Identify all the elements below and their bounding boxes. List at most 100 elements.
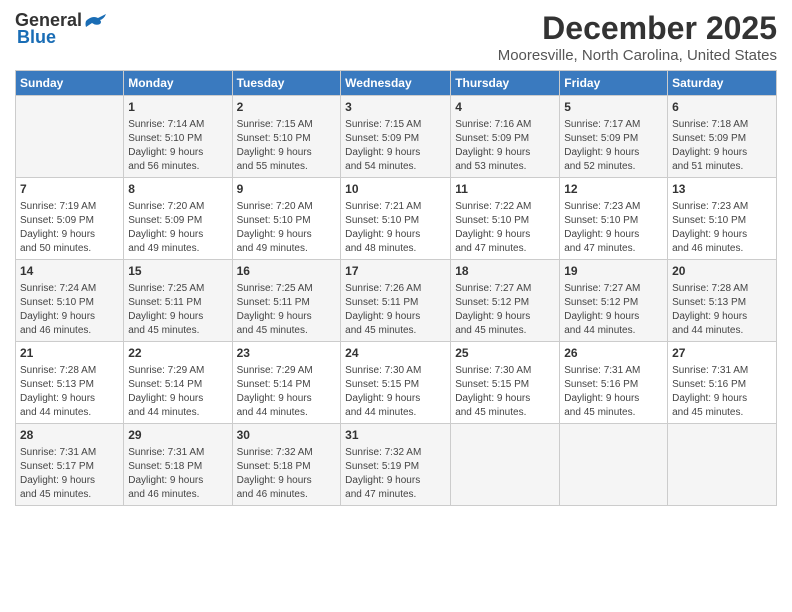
day-number: 22 <box>128 345 227 362</box>
calendar-cell <box>560 424 668 506</box>
day-info: Sunrise: 7:29 AM Sunset: 5:14 PM Dayligh… <box>128 364 227 420</box>
day-info: Sunrise: 7:31 AM Sunset: 5:17 PM Dayligh… <box>20 446 119 502</box>
day-number: 11 <box>455 181 555 198</box>
day-number: 8 <box>128 181 227 198</box>
day-info: Sunrise: 7:21 AM Sunset: 5:10 PM Dayligh… <box>345 200 446 256</box>
day-info: Sunrise: 7:24 AM Sunset: 5:10 PM Dayligh… <box>20 282 119 338</box>
day-info: Sunrise: 7:26 AM Sunset: 5:11 PM Dayligh… <box>345 282 446 338</box>
logo: General Blue <box>15 10 106 48</box>
day-number: 12 <box>564 181 663 198</box>
day-info: Sunrise: 7:29 AM Sunset: 5:14 PM Dayligh… <box>237 364 337 420</box>
calendar-cell <box>668 424 777 506</box>
day-info: Sunrise: 7:14 AM Sunset: 5:10 PM Dayligh… <box>128 118 227 174</box>
calendar-cell: 29 Sunrise: 7:31 AM Sunset: 5:18 PM Dayli… <box>124 424 232 506</box>
calendar-cell: 15 Sunrise: 7:25 AM Sunset: 5:11 PM Dayli… <box>124 260 232 342</box>
day-info: Sunrise: 7:27 AM Sunset: 5:12 PM Dayligh… <box>455 282 555 338</box>
col-header-tuesday: Tuesday <box>232 71 341 96</box>
day-info: Sunrise: 7:15 AM Sunset: 5:10 PM Dayligh… <box>237 118 337 174</box>
day-info: Sunrise: 7:31 AM Sunset: 5:16 PM Dayligh… <box>672 364 772 420</box>
day-info: Sunrise: 7:18 AM Sunset: 5:09 PM Dayligh… <box>672 118 772 174</box>
calendar-cell <box>451 424 560 506</box>
header: General Blue December 2025 Mooresville, … <box>15 10 777 64</box>
calendar-cell: 9 Sunrise: 7:20 AM Sunset: 5:10 PM Daylig… <box>232 178 341 260</box>
col-header-friday: Friday <box>560 71 668 96</box>
day-info: Sunrise: 7:23 AM Sunset: 5:10 PM Dayligh… <box>564 200 663 256</box>
day-number: 28 <box>20 427 119 444</box>
day-number: 16 <box>237 263 337 280</box>
day-number: 31 <box>345 427 446 444</box>
day-info: Sunrise: 7:30 AM Sunset: 5:15 PM Dayligh… <box>345 364 446 420</box>
day-info: Sunrise: 7:32 AM Sunset: 5:18 PM Dayligh… <box>237 446 337 502</box>
day-number: 1 <box>128 99 227 116</box>
calendar-table: SundayMondayTuesdayWednesdayThursdayFrid… <box>15 70 777 506</box>
day-number: 18 <box>455 263 555 280</box>
day-info: Sunrise: 7:31 AM Sunset: 5:18 PM Dayligh… <box>128 446 227 502</box>
calendar-cell: 11 Sunrise: 7:22 AM Sunset: 5:10 PM Dayli… <box>451 178 560 260</box>
calendar-cell: 7 Sunrise: 7:19 AM Sunset: 5:09 PM Daylig… <box>16 178 124 260</box>
day-number: 25 <box>455 345 555 362</box>
calendar-cell: 8 Sunrise: 7:20 AM Sunset: 5:09 PM Daylig… <box>124 178 232 260</box>
day-info: Sunrise: 7:20 AM Sunset: 5:09 PM Dayligh… <box>128 200 227 256</box>
day-number: 13 <box>672 181 772 198</box>
day-info: Sunrise: 7:16 AM Sunset: 5:09 PM Dayligh… <box>455 118 555 174</box>
day-number: 3 <box>345 99 446 116</box>
week-row-5: 28 Sunrise: 7:31 AM Sunset: 5:17 PM Dayli… <box>16 424 777 506</box>
title-area: December 2025 Mooresville, North Carolin… <box>498 10 777 64</box>
day-number: 27 <box>672 345 772 362</box>
col-header-wednesday: Wednesday <box>341 71 451 96</box>
calendar-cell: 21 Sunrise: 7:28 AM Sunset: 5:13 PM Dayli… <box>16 342 124 424</box>
col-header-monday: Monday <box>124 71 232 96</box>
calendar-cell: 4 Sunrise: 7:16 AM Sunset: 5:09 PM Daylig… <box>451 96 560 178</box>
day-info: Sunrise: 7:22 AM Sunset: 5:10 PM Dayligh… <box>455 200 555 256</box>
day-number: 17 <box>345 263 446 280</box>
calendar-cell: 16 Sunrise: 7:25 AM Sunset: 5:11 PM Dayli… <box>232 260 341 342</box>
day-number: 4 <box>455 99 555 116</box>
day-number: 29 <box>128 427 227 444</box>
calendar-cell: 1 Sunrise: 7:14 AM Sunset: 5:10 PM Daylig… <box>124 96 232 178</box>
month-title: December 2025 <box>498 10 777 47</box>
calendar-cell: 18 Sunrise: 7:27 AM Sunset: 5:12 PM Dayli… <box>451 260 560 342</box>
day-info: Sunrise: 7:23 AM Sunset: 5:10 PM Dayligh… <box>672 200 772 256</box>
location-title: Mooresville, North Carolina, United Stat… <box>498 47 777 64</box>
col-header-sunday: Sunday <box>16 71 124 96</box>
page: General Blue December 2025 Mooresville, … <box>0 0 792 612</box>
calendar-cell: 5Sunrise: 7:17 AM Sunset: 5:09 PM Daylig… <box>560 96 668 178</box>
day-info: Sunrise: 7:25 AM Sunset: 5:11 PM Dayligh… <box>237 282 337 338</box>
day-number: 2 <box>237 99 337 116</box>
day-number: 7 <box>20 181 119 198</box>
calendar-cell <box>16 96 124 178</box>
header-row: SundayMondayTuesdayWednesdayThursdayFrid… <box>16 71 777 96</box>
day-number: 6 <box>672 99 772 116</box>
day-info: Sunrise: 7:20 AM Sunset: 5:10 PM Dayligh… <box>237 200 337 256</box>
day-number: 10 <box>345 181 446 198</box>
calendar-cell: 23Sunrise: 7:29 AM Sunset: 5:14 PM Dayli… <box>232 342 341 424</box>
day-number: 21 <box>20 345 119 362</box>
day-number: 30 <box>237 427 337 444</box>
day-info: Sunrise: 7:32 AM Sunset: 5:19 PM Dayligh… <box>345 446 446 502</box>
calendar-cell: 12 Sunrise: 7:23 AM Sunset: 5:10 PM Dayli… <box>560 178 668 260</box>
calendar-cell: 26Sunrise: 7:31 AM Sunset: 5:16 PM Dayli… <box>560 342 668 424</box>
logo-bird-icon <box>84 13 106 29</box>
week-row-4: 21 Sunrise: 7:28 AM Sunset: 5:13 PM Dayli… <box>16 342 777 424</box>
calendar-cell: 22 Sunrise: 7:29 AM Sunset: 5:14 PM Dayli… <box>124 342 232 424</box>
calendar-cell: 14Sunrise: 7:24 AM Sunset: 5:10 PM Dayli… <box>16 260 124 342</box>
calendar-cell: 6 Sunrise: 7:18 AM Sunset: 5:09 PM Daylig… <box>668 96 777 178</box>
day-info: Sunrise: 7:17 AM Sunset: 5:09 PM Dayligh… <box>564 118 663 174</box>
calendar-cell: 30 Sunrise: 7:32 AM Sunset: 5:18 PM Dayli… <box>232 424 341 506</box>
day-info: Sunrise: 7:31 AM Sunset: 5:16 PM Dayligh… <box>564 364 663 420</box>
calendar-cell: 3Sunrise: 7:15 AM Sunset: 5:09 PM Daylig… <box>341 96 451 178</box>
day-number: 24 <box>345 345 446 362</box>
day-info: Sunrise: 7:19 AM Sunset: 5:09 PM Dayligh… <box>20 200 119 256</box>
calendar-cell: 27 Sunrise: 7:31 AM Sunset: 5:16 PM Dayli… <box>668 342 777 424</box>
day-number: 9 <box>237 181 337 198</box>
week-row-1: 1 Sunrise: 7:14 AM Sunset: 5:10 PM Daylig… <box>16 96 777 178</box>
day-info: Sunrise: 7:25 AM Sunset: 5:11 PM Dayligh… <box>128 282 227 338</box>
day-number: 20 <box>672 263 772 280</box>
day-number: 19 <box>564 263 663 280</box>
logo-blue-text: Blue <box>17 27 56 48</box>
week-row-2: 7 Sunrise: 7:19 AM Sunset: 5:09 PM Daylig… <box>16 178 777 260</box>
day-info: Sunrise: 7:28 AM Sunset: 5:13 PM Dayligh… <box>20 364 119 420</box>
calendar-cell: 25 Sunrise: 7:30 AM Sunset: 5:15 PM Dayli… <box>451 342 560 424</box>
day-info: Sunrise: 7:30 AM Sunset: 5:15 PM Dayligh… <box>455 364 555 420</box>
day-number: 15 <box>128 263 227 280</box>
